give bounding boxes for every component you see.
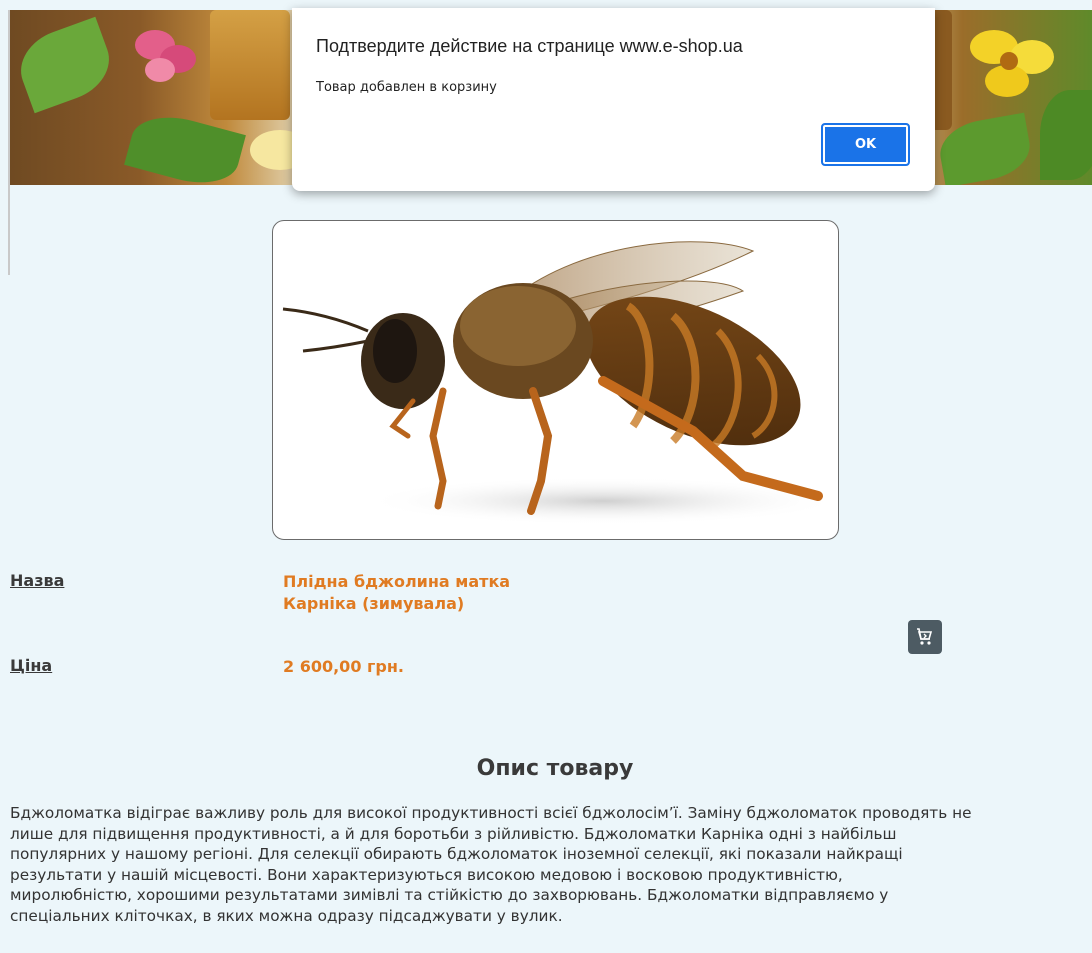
add-to-cart-button[interactable] (908, 620, 942, 654)
honey-jar-shape (210, 10, 290, 120)
ok-button[interactable]: OK (821, 123, 910, 166)
leaf-shape (10, 16, 120, 114)
eye-shape (373, 319, 417, 383)
antenna-shape (302, 339, 369, 353)
flower-shape (145, 58, 175, 82)
description-title: Опис товару (476, 756, 634, 781)
name-label: Назва (10, 571, 65, 590)
leaf-shape (1040, 90, 1092, 180)
flower-center-shape (1000, 52, 1018, 70)
product-name-line2: Карніка (зимувала) (283, 594, 465, 613)
dialog-title: Подтвердите действие на странице www.e-s… (316, 36, 743, 56)
confirm-dialog: Подтвердите действие на странице www.e-s… (292, 8, 935, 191)
price-value: 2 600,00 грн. (283, 657, 404, 676)
product-name-line1: Плідна бджолина матка (283, 572, 511, 591)
product-name: Плідна бджолина матка Карніка (зимувала) (283, 571, 510, 615)
bee-illustration (282, 241, 838, 525)
page: Подтвердите действие на странице www.e-s… (0, 0, 1092, 953)
antenna-shape (282, 307, 369, 333)
dialog-message: Товар добавлен в корзину (316, 80, 497, 95)
add-to-cart-icon (917, 628, 933, 645)
description-text: Бджоломатка відіграє важливу роль для ви… (10, 804, 972, 925)
price-label: Ціна (10, 656, 53, 675)
product-image (272, 220, 839, 540)
thorax-fur-shape (460, 286, 576, 366)
